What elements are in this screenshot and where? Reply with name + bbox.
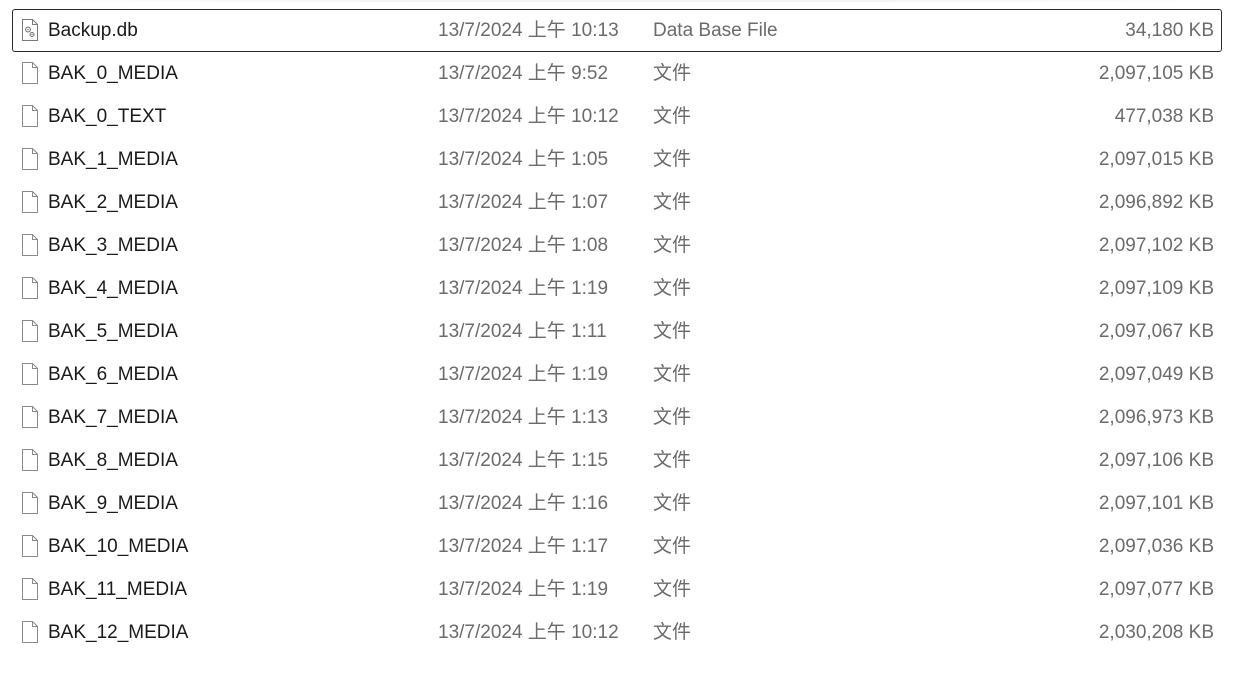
generic-file-icon [21, 448, 39, 472]
file-row[interactable]: BAK_10_MEDIA 13/7/2024 上午 1:17 文件 2,097,036… [12, 525, 1222, 568]
file-size: 2,097,106 KB [1098, 450, 1214, 471]
file-name: BAK_0_MEDIA [48, 63, 178, 84]
file-name: BAK_9_MEDIA [48, 493, 178, 514]
file-size: 2,097,105 KB [1098, 63, 1214, 84]
file-date-modified: 13/7/2024 上午 9:52 [438, 63, 609, 84]
generic-file-icon [21, 491, 39, 515]
generic-file-icon [21, 147, 39, 171]
file-type: 文件 [653, 321, 692, 342]
file-name: BAK_5_MEDIA [48, 321, 178, 342]
file-size: 2,097,077 KB [1098, 579, 1214, 600]
file-size: 2,096,973 KB [1098, 407, 1214, 428]
file-size: 2,097,109 KB [1098, 278, 1214, 299]
file-type: 文件 [653, 106, 692, 127]
generic-file-icon [21, 104, 39, 128]
generic-file-icon [21, 405, 39, 429]
generic-file-icon [21, 577, 39, 601]
file-date-modified: 13/7/2024 上午 1:11 [438, 321, 607, 342]
file-date-modified: 13/7/2024 上午 1:19 [438, 579, 609, 600]
file-size: 2,030,208 KB [1098, 622, 1214, 643]
file-row[interactable]: BAK_12_MEDIA 13/7/2024 上午 10:12 文件 2,030,20… [12, 611, 1222, 654]
file-row[interactable]: BAK_6_MEDIA 13/7/2024 上午 1:19 文件 2,097,049 … [12, 353, 1222, 396]
file-size: 2,097,049 KB [1098, 364, 1214, 385]
file-size: 2,097,101 KB [1098, 493, 1214, 514]
file-type: 文件 [653, 278, 692, 299]
file-date-modified: 13/7/2024 上午 10:12 [438, 106, 619, 127]
file-size: 2,097,067 KB [1098, 321, 1214, 342]
file-row[interactable]: BAK_7_MEDIA 13/7/2024 上午 1:13 文件 2,096,973 … [12, 396, 1222, 439]
file-name: BAK_4_MEDIA [48, 278, 178, 299]
generic-file-icon [21, 534, 39, 558]
file-name: BAK_10_MEDIA [48, 536, 189, 557]
generic-file-icon [21, 190, 39, 214]
generic-file-icon [21, 319, 39, 343]
file-type: Data Base File [653, 20, 778, 41]
file-name: BAK_8_MEDIA [48, 450, 178, 471]
file-size: 2,097,036 KB [1098, 536, 1214, 557]
file-type: 文件 [653, 622, 692, 643]
file-type: 文件 [653, 235, 692, 256]
generic-file-icon [21, 620, 39, 644]
file-type: 文件 [653, 450, 692, 471]
file-name: BAK_1_MEDIA [48, 149, 178, 170]
file-row[interactable]: BAK_8_MEDIA 13/7/2024 上午 1:15 文件 2,097,106 … [12, 439, 1222, 482]
file-date-modified: 13/7/2024 上午 1:19 [438, 364, 609, 385]
file-row[interactable]: Backup.db 13/7/2024 上午 10:13 Data Base Fil… [12, 9, 1222, 52]
generic-file-icon [21, 276, 39, 300]
file-row[interactable]: BAK_0_TEXT 13/7/2024 上午 10:12 文件 477,038 KB [12, 95, 1222, 138]
file-type: 文件 [653, 63, 692, 84]
file-type: 文件 [653, 579, 692, 600]
file-type: 文件 [653, 364, 692, 385]
file-date-modified: 13/7/2024 上午 1:13 [438, 407, 609, 428]
generic-file-icon [21, 362, 39, 386]
file-row[interactable]: BAK_0_MEDIA 13/7/2024 上午 9:52 文件 2,097,105 … [12, 52, 1222, 95]
file-size: 2,097,102 KB [1098, 235, 1214, 256]
file-name: BAK_11_MEDIA [48, 579, 188, 600]
file-type: 文件 [653, 192, 692, 213]
file-row[interactable]: BAK_4_MEDIA 13/7/2024 上午 1:19 文件 2,097,109 … [12, 267, 1222, 310]
file-name: Backup.db [48, 20, 138, 41]
file-type: 文件 [653, 536, 692, 557]
file-date-modified: 13/7/2024 上午 1:05 [438, 149, 609, 170]
file-type: 文件 [653, 407, 692, 428]
file-row[interactable]: BAK_11_MEDIA 13/7/2024 上午 1:19 文件 2,097,077… [12, 568, 1222, 611]
file-row[interactable]: BAK_1_MEDIA 13/7/2024 上午 1:05 文件 2,097,015 … [12, 138, 1222, 181]
file-date-modified: 13/7/2024 上午 1:16 [438, 493, 609, 514]
file-name: BAK_7_MEDIA [48, 407, 178, 428]
file-date-modified: 13/7/2024 上午 1:17 [438, 536, 609, 557]
file-size: 2,097,015 KB [1098, 149, 1214, 170]
file-row[interactable]: BAK_3_MEDIA 13/7/2024 上午 1:08 文件 2,097,102 … [12, 224, 1222, 267]
file-name: BAK_0_TEXT [48, 106, 167, 127]
generic-file-icon [21, 61, 39, 85]
scroll-edge-shadow [0, 0, 1251, 2]
file-date-modified: 13/7/2024 上午 1:08 [438, 235, 609, 256]
file-name: BAK_6_MEDIA [48, 364, 178, 385]
file-size: 477,038 KB [1114, 106, 1214, 127]
file-type: 文件 [653, 493, 692, 514]
generic-file-icon [21, 233, 39, 257]
file-size: 34,180 KB [1125, 20, 1214, 41]
file-row[interactable]: BAK_9_MEDIA 13/7/2024 上午 1:16 文件 2,097,101 … [12, 482, 1222, 525]
file-name: BAK_3_MEDIA [48, 235, 178, 256]
file-list: Backup.db 13/7/2024 上午 10:13 Data Base Fil… [12, 9, 1222, 654]
file-name: BAK_12_MEDIA [48, 622, 189, 643]
file-type: 文件 [653, 149, 692, 170]
file-name: BAK_2_MEDIA [48, 192, 178, 213]
file-date-modified: 13/7/2024 上午 1:15 [438, 450, 609, 471]
file-date-modified: 13/7/2024 上午 1:19 [438, 278, 609, 299]
file-date-modified: 13/7/2024 上午 1:07 [438, 192, 609, 213]
file-size: 2,096,892 KB [1098, 192, 1214, 213]
file-row[interactable]: BAK_5_MEDIA 13/7/2024 上午 1:11 文件 2,097,067 … [12, 310, 1222, 353]
file-date-modified: 13/7/2024 上午 10:12 [438, 622, 619, 643]
file-date-modified: 13/7/2024 上午 10:13 [438, 20, 619, 41]
database-file-icon [21, 18, 39, 42]
file-row[interactable]: BAK_2_MEDIA 13/7/2024 上午 1:07 文件 2,096,892 … [12, 181, 1222, 224]
